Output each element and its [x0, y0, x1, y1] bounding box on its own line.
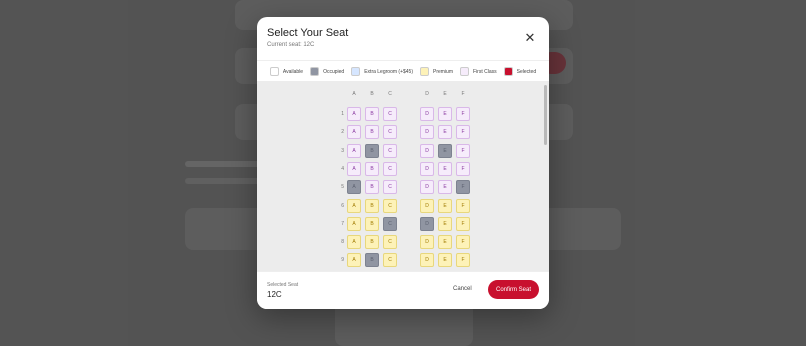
seat-1f[interactable]: F: [456, 107, 470, 121]
row-number: 4: [341, 165, 344, 172]
seat-7b[interactable]: B: [365, 216, 379, 231]
seat-map[interactable]: ABCDEF1ABCDEF2ABCDEF3ABCDEF4ABCDEF5ABCDE…: [257, 81, 549, 272]
seat-7f[interactable]: F: [456, 216, 470, 231]
legend-label: Selected: [516, 68, 537, 75]
seat-7c: C: [383, 216, 397, 231]
seat-1d[interactable]: D: [420, 107, 434, 121]
legend-swatch: [420, 67, 429, 76]
row-number: 8: [341, 239, 344, 246]
seat-7a[interactable]: A: [347, 216, 361, 231]
row-number: 3: [341, 147, 344, 154]
seat-2f[interactable]: F: [456, 125, 470, 140]
seat-6e[interactable]: E: [438, 198, 452, 213]
cancel-button[interactable]: Cancel: [453, 286, 472, 292]
modal-footer: Selected Seat 12C Cancel Confirm Seat: [257, 271, 549, 309]
legend-item: Available: [269, 67, 304, 76]
selected-seat-value: 12C: [267, 290, 282, 299]
seat-6b[interactable]: B: [365, 198, 379, 213]
legend-label: Available: [282, 68, 304, 75]
seat-6d[interactable]: D: [420, 198, 434, 213]
seat-6f[interactable]: F: [456, 198, 470, 213]
seat-6a[interactable]: A: [347, 198, 361, 213]
seat-1a[interactable]: A: [347, 107, 361, 121]
seat-8d[interactable]: D: [420, 235, 434, 250]
seat-3b: B: [365, 143, 379, 158]
column-header: D: [425, 91, 429, 97]
seat-5c[interactable]: C: [383, 180, 397, 195]
seat-6c[interactable]: C: [383, 198, 397, 213]
close-icon[interactable]: ✕: [523, 31, 537, 45]
seat-1b[interactable]: B: [365, 107, 379, 121]
seat-8b[interactable]: B: [365, 235, 379, 250]
seat-2b[interactable]: B: [365, 125, 379, 140]
column-header: A: [352, 91, 356, 97]
seat-legend: Available Occupied Extra Legroom (+$45) Pre…: [257, 60, 549, 83]
column-header: F: [461, 91, 465, 97]
legend-item: Extra Legroom (+$45): [351, 67, 413, 76]
row-number: 5: [341, 184, 344, 191]
legend-label: First Class: [473, 68, 497, 75]
seat-5a: A: [347, 180, 361, 195]
column-header: C: [388, 91, 392, 97]
seat-9d[interactable]: D: [420, 253, 434, 268]
current-seat-text: Current seat: 12C: [267, 42, 315, 48]
row-number: 1: [341, 111, 344, 117]
legend-swatch: [351, 67, 361, 76]
seat-4d[interactable]: D: [420, 161, 434, 176]
seat-9f[interactable]: F: [456, 253, 470, 268]
legend-swatch: [460, 67, 470, 76]
seat-4f[interactable]: F: [456, 161, 470, 176]
seat-4e[interactable]: E: [438, 161, 452, 176]
row-number: 2: [341, 129, 344, 136]
seat-8a[interactable]: A: [347, 235, 361, 250]
legend-swatch: [269, 67, 279, 76]
legend-item: Premium: [420, 67, 453, 76]
scrollbar[interactable]: [544, 85, 547, 145]
column-header: E: [443, 91, 447, 97]
seat-8c[interactable]: C: [383, 235, 397, 250]
seat-5e[interactable]: E: [438, 180, 452, 195]
seat-7d: D: [420, 216, 434, 231]
legend-label: Premium: [433, 68, 454, 75]
seat-5f: F: [456, 180, 470, 195]
seat-4b[interactable]: B: [365, 161, 379, 176]
seat-9b: B: [365, 253, 379, 268]
legend-label: Occupied: [323, 68, 345, 75]
seat-9a[interactable]: A: [347, 253, 361, 268]
seat-3f[interactable]: F: [456, 143, 470, 158]
seat-7e[interactable]: E: [438, 216, 452, 231]
row-number: 6: [341, 202, 344, 209]
legend-item: Occupied: [310, 67, 344, 76]
confirm-seat-button[interactable]: Confirm Seat: [488, 280, 539, 299]
seat-2a[interactable]: A: [347, 125, 361, 140]
seat-3a[interactable]: A: [347, 143, 361, 158]
seat-5d[interactable]: D: [420, 180, 434, 195]
modal-title: Select Your Seat: [267, 27, 349, 39]
seat-5b[interactable]: B: [365, 180, 379, 195]
seat-9c[interactable]: C: [383, 253, 397, 268]
seat-selection-modal: Select Your Seat Current seat: 12C ✕ Ava…: [257, 17, 549, 309]
column-header: B: [370, 91, 374, 97]
legend-item: First Class: [460, 67, 497, 76]
seat-3c[interactable]: C: [383, 143, 397, 158]
seat-1e[interactable]: E: [438, 107, 452, 121]
seat-4c[interactable]: C: [383, 161, 397, 176]
seat-2e[interactable]: E: [438, 125, 452, 140]
legend-swatch: [310, 67, 320, 76]
seat-3d[interactable]: D: [420, 143, 434, 158]
seat-8e[interactable]: E: [438, 235, 452, 250]
seat-3e: E: [438, 143, 452, 158]
seat-8f[interactable]: F: [456, 235, 470, 250]
seat-2c[interactable]: C: [383, 125, 397, 140]
seat-2d[interactable]: D: [420, 125, 434, 140]
selected-seat-label: Selected Seat: [267, 282, 299, 288]
row-number: 7: [341, 220, 344, 227]
legend-item: Selected: [503, 67, 537, 76]
legend-label: Extra Legroom (+$45): [364, 68, 413, 75]
seat-1c[interactable]: C: [383, 107, 397, 121]
row-number: 9: [341, 257, 344, 264]
legend-swatch: [503, 67, 513, 76]
seat-9e[interactable]: E: [438, 253, 452, 268]
seat-4a[interactable]: A: [347, 161, 361, 176]
